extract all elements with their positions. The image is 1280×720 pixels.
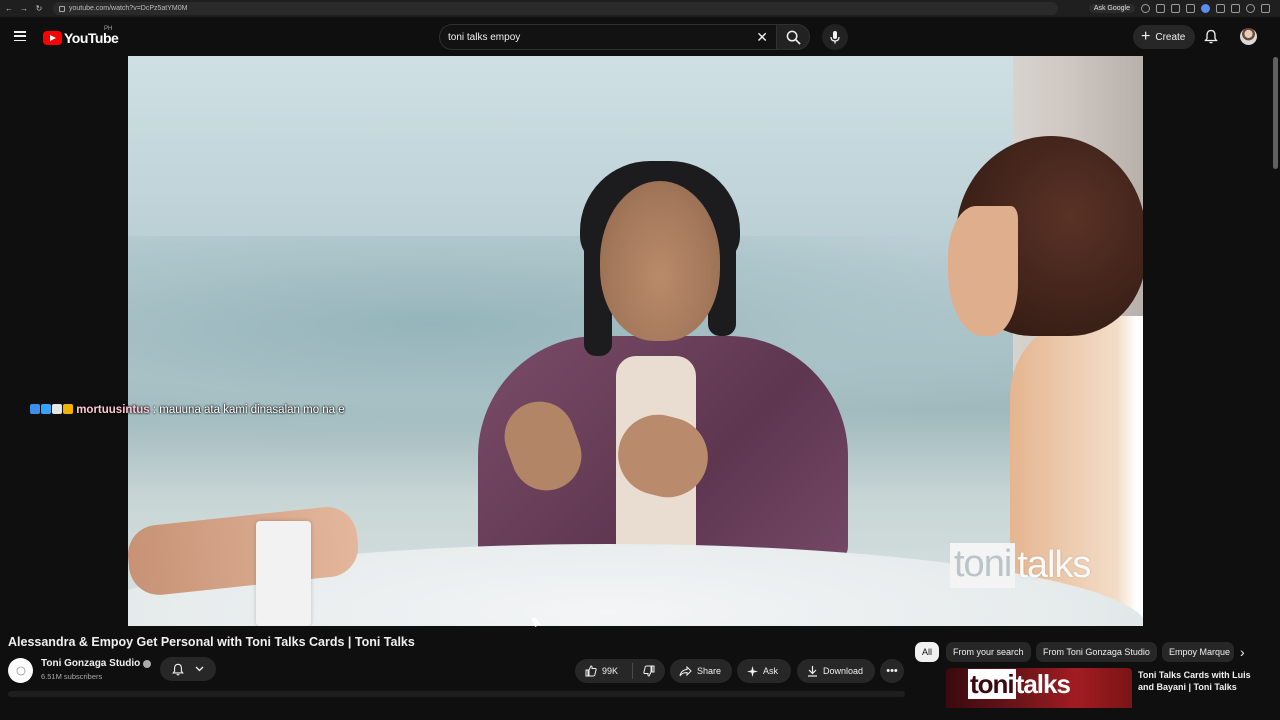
youtube-play-icon bbox=[43, 31, 62, 45]
badge-icon bbox=[63, 404, 73, 414]
page-scrollbar[interactable] bbox=[1273, 57, 1278, 169]
create-label: Create bbox=[1155, 31, 1186, 43]
extensions-puzzle-icon[interactable] bbox=[1216, 4, 1225, 13]
thumbnail-logo-talks: talks bbox=[1015, 669, 1071, 699]
chip-from-your-search[interactable]: From your search bbox=[946, 642, 1031, 662]
ask-button[interactable]: Ask bbox=[737, 659, 791, 683]
channel-name-text: Toni Gonzaga Studio bbox=[41, 658, 141, 669]
channel-name[interactable]: Toni Gonzaga Studio bbox=[41, 658, 152, 669]
chat-badges bbox=[30, 404, 73, 414]
video-player[interactable]: toni talks bbox=[128, 56, 1143, 626]
like-dislike-group: 99K bbox=[575, 659, 665, 683]
chat-text: : mauuna ata kami dinasalan mo na e bbox=[152, 404, 345, 416]
badge-icon bbox=[52, 404, 62, 414]
search-button[interactable] bbox=[776, 24, 810, 50]
share-label: Share bbox=[697, 666, 722, 676]
subscriber-count: 6.51M subscribers bbox=[41, 672, 103, 681]
watermark-talks: talks bbox=[1017, 544, 1091, 586]
guest-man-face bbox=[600, 181, 720, 341]
share-button[interactable]: Share bbox=[670, 659, 732, 683]
toni-talks-watermark: toni talks bbox=[950, 543, 1091, 588]
more-horizontal-icon: ••• bbox=[886, 665, 898, 677]
card-deck bbox=[256, 521, 311, 626]
thumbs-down-icon bbox=[643, 665, 655, 677]
recommendation-title[interactable]: Toni Talks Cards with Luis and Bayani | … bbox=[1138, 669, 1268, 693]
plus-icon: + bbox=[1141, 28, 1151, 45]
browser-toolbar: ← → ↻ youtube.com/watch?v=DcPz5atYM0M As… bbox=[0, 0, 1280, 17]
logo-wordmark: YouTube bbox=[64, 30, 119, 46]
create-button[interactable]: + Create bbox=[1133, 25, 1196, 49]
site-info-icon[interactable] bbox=[59, 5, 65, 12]
youtube-header: YouTube PH ✕ + Create bbox=[0, 17, 1280, 57]
sparkle-icon bbox=[747, 665, 758, 677]
chevron-down-icon bbox=[195, 666, 204, 672]
description-box-edge[interactable] bbox=[8, 691, 905, 697]
chip-from-channel[interactable]: From Toni Gonzaga Studio bbox=[1036, 642, 1157, 662]
account-avatar[interactable] bbox=[1240, 28, 1257, 45]
extension-icon[interactable] bbox=[1201, 4, 1210, 13]
youtube-logo[interactable]: YouTube PH bbox=[43, 26, 119, 46]
like-button[interactable]: 99K bbox=[575, 663, 633, 679]
channel-avatar[interactable] bbox=[8, 658, 33, 683]
more-actions-button[interactable]: ••• bbox=[880, 659, 904, 683]
badge-icon bbox=[41, 404, 51, 414]
chat-username: mortuusintus bbox=[76, 404, 150, 416]
address-text: youtube.com/watch?v=DcPz5atYM0M bbox=[69, 5, 188, 12]
chip-all[interactable]: All bbox=[915, 642, 940, 662]
thumbnail-logo-toni: toni bbox=[968, 669, 1016, 699]
share-icon bbox=[679, 665, 692, 676]
mic-icon bbox=[830, 31, 840, 44]
thumbnail-logo: tonitalks bbox=[968, 669, 1071, 700]
region-code: PH bbox=[104, 26, 113, 32]
badge-icon bbox=[30, 404, 40, 414]
back-icon[interactable]: ← bbox=[3, 4, 15, 13]
browser-profile-icon[interactable] bbox=[1246, 4, 1255, 13]
bell-icon bbox=[1204, 29, 1218, 44]
share-page-icon[interactable] bbox=[1171, 4, 1180, 13]
video-title: Alessandra & Empoy Get Personal with Ton… bbox=[8, 635, 415, 649]
like-count: 99K bbox=[602, 666, 619, 676]
thumbs-up-icon bbox=[585, 665, 597, 677]
verified-icon bbox=[143, 659, 152, 668]
download-icon bbox=[808, 666, 817, 677]
clear-search-icon[interactable]: ✕ bbox=[756, 29, 768, 45]
chevron-right-icon[interactable]: › bbox=[1240, 644, 1245, 660]
profile-switch-icon[interactable] bbox=[1231, 4, 1240, 13]
browser-menu-icon[interactable] bbox=[1261, 4, 1270, 13]
star-icon[interactable] bbox=[1186, 4, 1195, 13]
subscribed-notification-button[interactable] bbox=[160, 657, 216, 681]
notifications-button[interactable] bbox=[1204, 29, 1218, 49]
guest-woman-face bbox=[948, 206, 1018, 336]
zoom-icon[interactable] bbox=[1141, 4, 1150, 13]
reload-icon[interactable]: ↻ bbox=[33, 4, 45, 13]
download-button[interactable]: Download bbox=[797, 659, 875, 683]
search-input[interactable] bbox=[440, 31, 740, 43]
download-label: Download bbox=[823, 666, 864, 676]
chip-empoy-marquez[interactable]: Empoy Marque bbox=[1162, 642, 1234, 662]
menu-icon[interactable] bbox=[14, 31, 26, 41]
bell-icon bbox=[171, 663, 184, 675]
forward-icon[interactable]: → bbox=[18, 4, 30, 13]
cast-icon[interactable] bbox=[1156, 4, 1165, 13]
channel-logo-icon bbox=[16, 666, 25, 675]
address-bar[interactable]: youtube.com/watch?v=DcPz5atYM0M bbox=[53, 2, 1058, 15]
search-icon bbox=[786, 30, 801, 45]
ask-google-button[interactable]: Ask Google bbox=[1088, 4, 1135, 13]
chat-overlay-message: mortuusintus : mauuna ata kami dinasalan… bbox=[30, 401, 360, 420]
watermark-toni: toni bbox=[950, 543, 1016, 588]
voice-search-button[interactable] bbox=[822, 24, 848, 50]
dislike-button[interactable] bbox=[633, 665, 665, 677]
recommendation-thumbnail[interactable]: tonitalks bbox=[946, 668, 1132, 708]
ask-label: Ask bbox=[763, 666, 779, 676]
search-box[interactable]: ✕ bbox=[439, 24, 776, 50]
